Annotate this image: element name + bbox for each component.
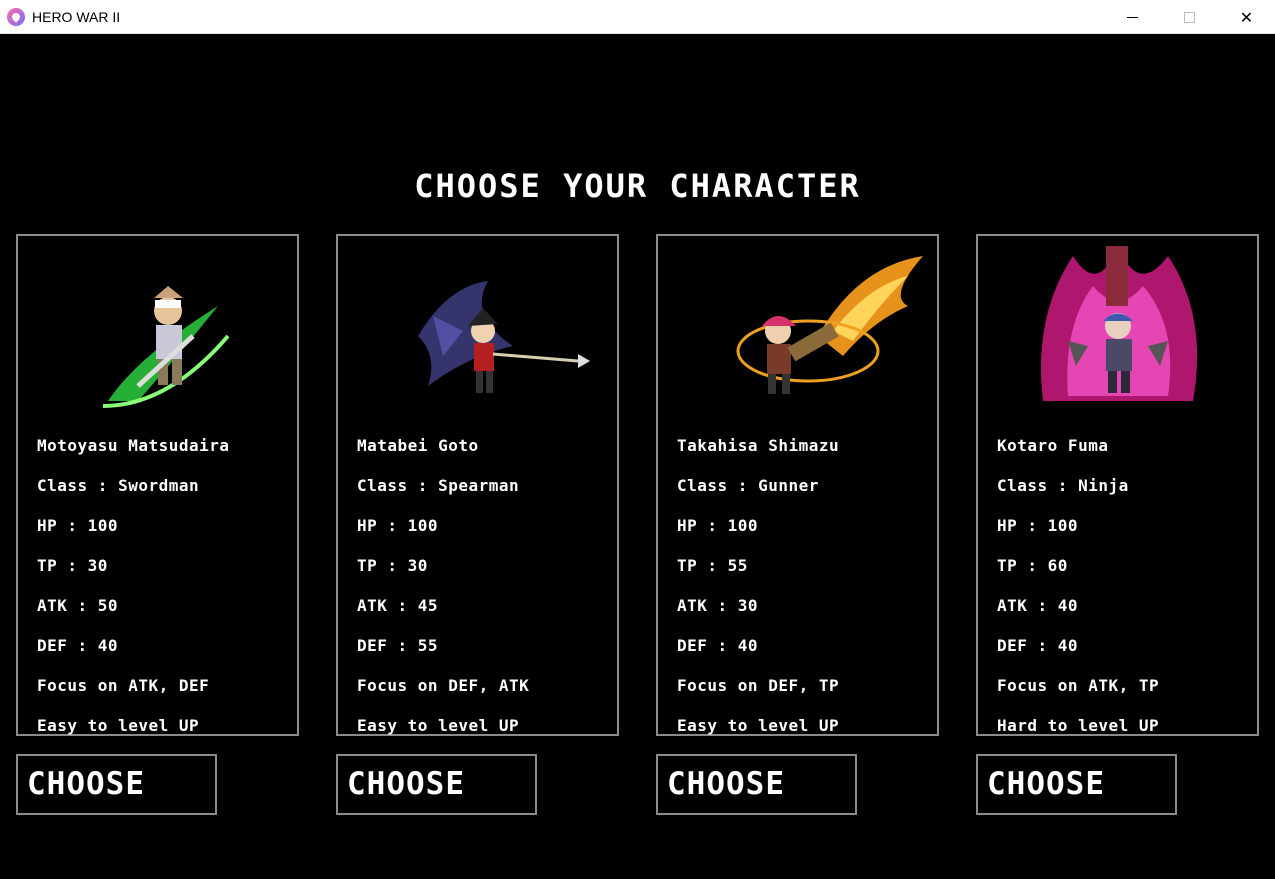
character-focus: Focus on DEF, TP bbox=[677, 676, 840, 695]
character-class: Class : Swordman bbox=[37, 476, 200, 495]
window-titlebar: HERO WAR II ✕ bbox=[0, 0, 1275, 34]
character-tp: TP : 30 bbox=[357, 556, 428, 575]
choose-button-ninja[interactable]: CHOOSE bbox=[976, 754, 1177, 815]
character-card-ninja: Kotaro Fuma Class : Ninja HP : 100 TP : … bbox=[976, 234, 1259, 736]
character-hp: HP : 100 bbox=[997, 516, 1079, 535]
game-screen: CHOOSE YOUR CHARACTER Motoyasu Matsudair… bbox=[0, 35, 1275, 879]
character-card-gunner: Takahisa Shimazu Class : Gunner HP : 100… bbox=[656, 234, 939, 736]
character-name: Motoyasu Matsudaira bbox=[37, 436, 230, 455]
character-atk: ATK : 50 bbox=[37, 596, 119, 615]
close-button[interactable]: ✕ bbox=[1218, 0, 1275, 34]
character-difficulty: Hard to level UP bbox=[997, 716, 1160, 735]
character-class: Class : Spearman bbox=[357, 476, 520, 495]
character-name: Kotaro Fuma bbox=[997, 436, 1109, 455]
close-icon: ✕ bbox=[1239, 7, 1254, 27]
character-def: DEF : 55 bbox=[357, 636, 439, 655]
maximize-icon bbox=[1184, 11, 1195, 23]
character-focus: Focus on DEF, ATK bbox=[357, 676, 530, 695]
minimize-button[interactable] bbox=[1104, 0, 1161, 34]
choose-button-gunner[interactable]: CHOOSE bbox=[656, 754, 857, 815]
window-title: HERO WAR II bbox=[32, 8, 121, 25]
character-focus: Focus on ATK, TP bbox=[997, 676, 1160, 695]
character-focus: Focus on ATK, DEF bbox=[37, 676, 210, 695]
character-class: Class : Ninja bbox=[997, 476, 1129, 495]
screen-heading: CHOOSE YOUR CHARACTER bbox=[414, 167, 861, 205]
character-card-spearman: Matabei Goto Class : Spearman HP : 100 T… bbox=[336, 234, 619, 736]
character-card-swordman: Motoyasu Matsudaira Class : Swordman HP … bbox=[16, 234, 299, 736]
swordman-sprite bbox=[18, 236, 297, 426]
choose-button-spearman[interactable]: CHOOSE bbox=[336, 754, 537, 815]
character-tp: TP : 30 bbox=[37, 556, 108, 575]
spearman-sprite bbox=[338, 236, 617, 426]
character-stats: Takahisa Shimazu Class : Gunner HP : 100… bbox=[677, 426, 839, 746]
character-stats: Kotaro Fuma Class : Ninja HP : 100 TP : … bbox=[997, 426, 1159, 746]
choose-button-swordman[interactable]: CHOOSE bbox=[16, 754, 217, 815]
character-class: Class : Gunner bbox=[677, 476, 819, 495]
character-name: Matabei Goto bbox=[357, 436, 479, 455]
character-difficulty: Easy to level UP bbox=[677, 716, 840, 735]
character-tp: TP : 55 bbox=[677, 556, 748, 575]
character-hp: HP : 100 bbox=[37, 516, 119, 535]
character-difficulty: Easy to level UP bbox=[37, 716, 200, 735]
maximize-button[interactable] bbox=[1161, 0, 1218, 34]
character-hp: HP : 100 bbox=[357, 516, 439, 535]
character-def: DEF : 40 bbox=[997, 636, 1079, 655]
character-atk: ATK : 40 bbox=[997, 596, 1079, 615]
gunner-sprite bbox=[658, 236, 937, 426]
character-tp: TP : 60 bbox=[997, 556, 1068, 575]
character-name: Takahisa Shimazu bbox=[677, 436, 840, 455]
character-stats: Motoyasu Matsudaira Class : Swordman HP … bbox=[37, 426, 230, 746]
minimize-icon bbox=[1127, 16, 1138, 18]
character-atk: ATK : 45 bbox=[357, 596, 439, 615]
app-icon bbox=[7, 7, 25, 26]
character-def: DEF : 40 bbox=[37, 636, 119, 655]
character-difficulty: Easy to level UP bbox=[357, 716, 520, 735]
character-hp: HP : 100 bbox=[677, 516, 759, 535]
ninja-sprite bbox=[978, 236, 1257, 426]
character-stats: Matabei Goto Class : Spearman HP : 100 T… bbox=[357, 426, 529, 746]
window-controls: ✕ bbox=[1104, 0, 1275, 34]
character-def: DEF : 40 bbox=[677, 636, 759, 655]
character-atk: ATK : 30 bbox=[677, 596, 759, 615]
